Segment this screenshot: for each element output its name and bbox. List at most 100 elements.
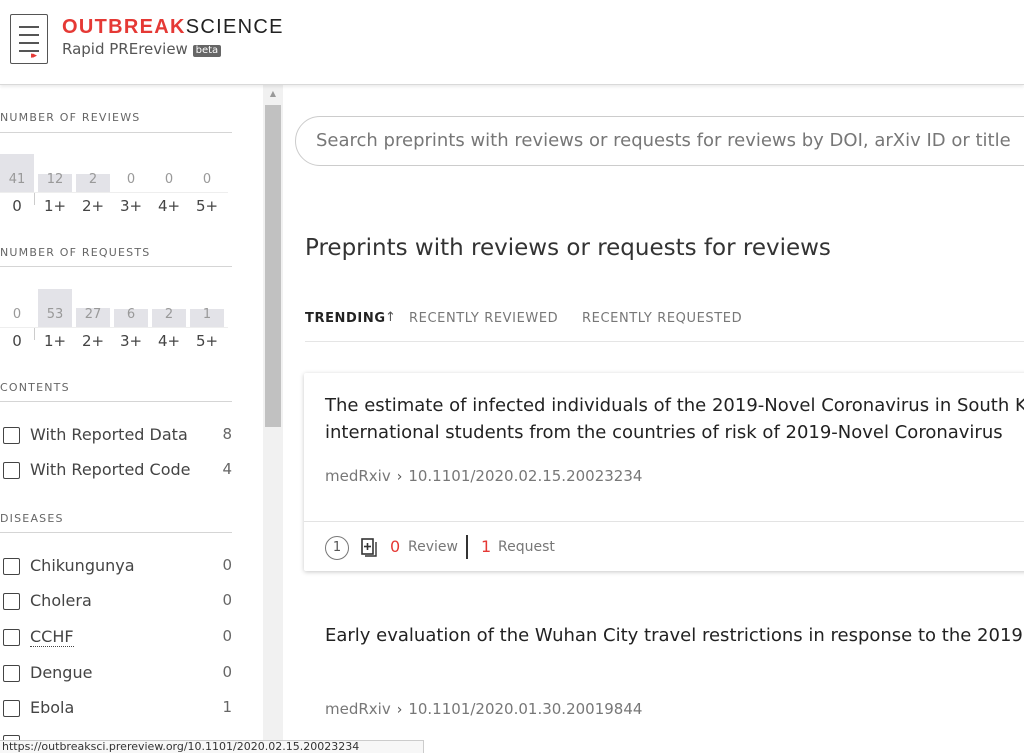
filter-count: 0 (222, 627, 232, 645)
filter-disease-cchf[interactable]: CCHF 0 (0, 627, 240, 649)
preprint-title-line: international students from the countrie… (325, 422, 1003, 443)
tab-recently-requested[interactable]: RECENTLY REQUESTED (582, 311, 742, 326)
brand-subtitle-text: Rapid PREreview (62, 40, 188, 58)
preprint-meta: medRxiv › 10.1101/2020.01.30.20019844 (325, 700, 642, 718)
histogram-count: 27 (84, 307, 102, 322)
chevron-right-icon: › (396, 702, 403, 718)
histogram-count: 53 (46, 307, 64, 322)
section-divider (0, 532, 232, 533)
beta-badge: beta (192, 45, 222, 57)
filter-with-reported-code[interactable]: With Reported Code 4 (0, 460, 240, 482)
chevron-right-icon: › (396, 469, 403, 485)
histogram-bin-label[interactable]: 5+ (189, 332, 225, 350)
filter-sidebar: NUMBER OF REVIEWS 41 0 12 1+ 2 2+ 0 3+ 0 4+ 0 5+ NU… (0, 85, 263, 753)
main-content: Preprints with reviews or requests for r… (283, 85, 1024, 753)
filter-count: 0 (222, 591, 232, 609)
count-badge: 1 (325, 536, 349, 560)
preprint-title[interactable]: Early evaluation of the Wuhan City trave… (325, 625, 1024, 646)
brand-name-dark: SCIENCE (185, 16, 284, 38)
histogram-bin-label[interactable]: 0 (0, 197, 35, 215)
filter-label: Ebola (30, 698, 75, 717)
histogram-bin-label[interactable]: 4+ (151, 197, 187, 215)
histogram-count: 0 (164, 172, 174, 187)
sort-arrow-icon[interactable]: ↑ (385, 310, 397, 325)
checkbox[interactable] (3, 593, 20, 610)
search-bar[interactable] (295, 116, 1024, 166)
add-review-icon[interactable] (361, 538, 377, 557)
scroll-thumb[interactable] (265, 105, 281, 427)
histogram-bin-label[interactable]: 2+ (75, 332, 111, 350)
filter-count: 1 (222, 698, 232, 716)
tab-trending[interactable]: TRENDING (305, 311, 386, 326)
histogram-bin-label[interactable]: 3+ (113, 332, 149, 350)
menu-line (19, 50, 39, 52)
filter-label: With Reported Code (30, 460, 191, 479)
review-label[interactable]: Review (408, 539, 458, 555)
menu-arrow-icon: ▸▸ (31, 51, 37, 61)
sidebar-scrollbar[interactable]: ▲ (263, 85, 283, 753)
tab-recently-reviewed[interactable]: RECENTLY REVIEWED (409, 311, 558, 326)
histogram-bin-label[interactable]: 1+ (37, 197, 73, 215)
review-count: 0 (390, 537, 401, 556)
checkbox[interactable] (3, 700, 20, 717)
menu-button[interactable]: ▸▸ (10, 14, 48, 64)
preprint-title[interactable]: The estimate of infected individuals of … (325, 392, 1024, 446)
checkbox[interactable] (3, 665, 20, 682)
checkbox[interactable] (3, 427, 20, 444)
checkbox[interactable] (3, 629, 20, 646)
filter-disease-ebola[interactable]: Ebola 1 (0, 698, 240, 720)
section-divider (0, 266, 232, 267)
preprint-doi[interactable]: 10.1101/2020.01.30.20019844 (408, 700, 642, 718)
histogram-count: 1 (202, 307, 212, 322)
filter-disease-chikungunya[interactable]: Chikungunya 0 (0, 556, 240, 578)
app-header: ▸▸ OUTBREAKSCIENCE Rapid PREreview beta (0, 0, 1024, 85)
scroll-up-arrow-icon[interactable]: ▲ (263, 85, 283, 103)
filter-label: CCHF (30, 627, 74, 647)
filter-disease-dengue[interactable]: Dengue 0 (0, 663, 240, 685)
filter-label: With Reported Data (30, 425, 188, 444)
histogram-bin-label[interactable]: 4+ (151, 332, 187, 350)
preprint-card[interactable]: The estimate of infected individuals of … (304, 373, 1024, 571)
histogram-count: 41 (8, 172, 26, 187)
filter-count: 0 (222, 556, 232, 574)
histogram-count: 2 (164, 307, 174, 322)
histogram-count: 6 (126, 307, 136, 322)
reviews-section-title: NUMBER OF REVIEWS (0, 111, 141, 124)
brand[interactable]: OUTBREAKSCIENCE Rapid PREreview beta (62, 15, 284, 58)
contents-section-title: CONTENTS (0, 381, 70, 394)
checkbox[interactable] (3, 462, 20, 479)
filter-with-reported-data[interactable]: With Reported Data 8 (0, 425, 240, 447)
filter-label: Chikungunya (30, 556, 135, 575)
brand-subtitle: Rapid PREreview beta (62, 40, 284, 58)
status-bar-url: https://outbreaksci.prereview.org/10.110… (0, 740, 424, 753)
preprint-server: medRxiv (325, 467, 391, 485)
filter-count: 4 (222, 460, 232, 478)
request-label[interactable]: Request (498, 539, 555, 555)
request-count: 1 (481, 537, 492, 556)
brand-name: OUTBREAKSCIENCE (62, 15, 284, 39)
histogram-bin-label[interactable]: 2+ (75, 197, 111, 215)
histogram-count: 12 (46, 172, 64, 187)
tabs-divider (305, 341, 1024, 342)
brand-name-red: OUTBREAK (62, 16, 186, 38)
histogram-bin-label[interactable]: 3+ (113, 197, 149, 215)
requests-section-title: NUMBER OF REQUESTS (0, 246, 151, 259)
filter-disease-cholera[interactable]: Cholera 0 (0, 591, 240, 613)
preprint-doi[interactable]: 10.1101/2020.02.15.20023234 (408, 467, 642, 485)
search-input[interactable] (316, 117, 1024, 163)
histogram-bin-label[interactable]: 0 (0, 332, 35, 350)
page-title: Preprints with reviews or requests for r… (305, 235, 831, 261)
histogram-count: 2 (88, 172, 98, 187)
histogram-bin-label[interactable]: 5+ (189, 197, 225, 215)
preprint-title-line: The estimate of infected individuals of … (325, 395, 1024, 416)
checkbox[interactable] (3, 558, 20, 575)
footer-separator (466, 535, 468, 559)
section-divider (0, 401, 232, 402)
histogram-tick (34, 328, 35, 340)
menu-line (19, 26, 39, 28)
histogram-count: 0 (12, 307, 22, 322)
card-divider (304, 521, 1024, 522)
histogram-count: 0 (202, 172, 212, 187)
histogram-bin-label[interactable]: 1+ (37, 332, 73, 350)
histogram-count: 0 (126, 172, 136, 187)
